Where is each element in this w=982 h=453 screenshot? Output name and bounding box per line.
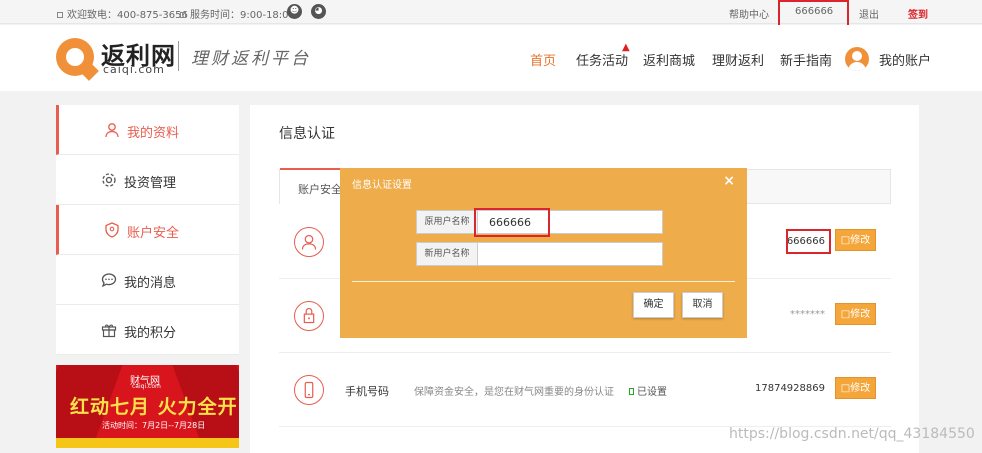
- header: 返利网 caiqi.com 理财返利平台 首页 任务活动 ▲ 返利商城 理财返利…: [0, 25, 982, 91]
- page-title: 信息认证: [279, 126, 335, 142]
- nav-mall[interactable]: 返利商城: [643, 50, 695, 69]
- watermark: https://blog.csdn.net/qq_43184550: [729, 426, 975, 442]
- modal-title: 信息认证设置: [352, 180, 412, 191]
- modify-button[interactable]: □修改: [835, 303, 876, 325]
- sidebar-item-label: 我的积分: [124, 326, 177, 341]
- sidebar-item-profile[interactable]: 我的资料: [56, 105, 239, 155]
- sidebar: 我的资料 投资管理 账户安全 我的消息 我的积分: [56, 105, 239, 355]
- sidebar-item-points[interactable]: 我的积分: [56, 305, 239, 355]
- modify-label: 修改: [850, 309, 871, 320]
- new-username-field: 新用户名称: [416, 242, 663, 266]
- sidebar-item-label: 投资管理: [124, 176, 177, 191]
- sidebar-item-investment[interactable]: 投资管理: [56, 155, 239, 205]
- logo-slogan: 理财返利平台: [191, 49, 311, 69]
- hot-icon: ▲: [622, 42, 630, 53]
- row-value: *******: [790, 309, 825, 320]
- modal-divider: [352, 281, 735, 282]
- confirm-button[interactable]: 确定: [633, 292, 674, 318]
- wechat-icon[interactable]: ◕: [311, 4, 326, 19]
- banner-title: 红动七月 火力全开: [70, 396, 238, 418]
- status-label: 已设置: [637, 387, 667, 398]
- row-label: 手机号码: [345, 385, 389, 398]
- logo-domain: caiqi.com: [103, 63, 165, 76]
- check-icon: [629, 388, 634, 395]
- new-username-input[interactable]: [479, 243, 659, 265]
- modify-button[interactable]: □修改: [835, 377, 876, 399]
- avatar[interactable]: [845, 47, 869, 71]
- nav-tasks[interactable]: 任务活动: [576, 50, 628, 69]
- logo-divider: [178, 41, 179, 71]
- row-status: 已设置: [629, 383, 667, 398]
- close-icon[interactable]: ×: [723, 173, 735, 189]
- cancel-button[interactable]: 取消: [682, 292, 723, 318]
- nav-finance[interactable]: 理财返利: [712, 50, 764, 69]
- clock-icon: [180, 12, 186, 18]
- modify-button[interactable]: □修改: [835, 229, 876, 251]
- new-username-label: 新用户名称: [417, 243, 478, 265]
- promo-banner[interactable]: 财气网 caiqi.com 红动七月 火力全开 活动时间：7月2日--7月28日: [56, 365, 239, 448]
- row-value: 17874928869: [755, 383, 825, 394]
- sidebar-item-label: 账户安全: [127, 226, 180, 241]
- logout-link[interactable]: 退出: [859, 6, 879, 21]
- gift-icon: [101, 324, 117, 338]
- phone-icon: [294, 375, 324, 405]
- help-center-link[interactable]: 帮助中心: [729, 6, 769, 21]
- sidebar-item-label: 我的消息: [124, 276, 177, 291]
- user-icon: [105, 123, 119, 138]
- phone-icon: [57, 12, 63, 18]
- nav-account[interactable]: 我的账户: [879, 50, 931, 69]
- shield-icon: [105, 222, 119, 238]
- old-username-label: 原用户名称: [417, 211, 478, 233]
- gear-icon: [102, 173, 116, 187]
- banner-logo-sub: caiqi.com: [132, 383, 161, 390]
- service-hours: 服务时间：9:00-18:00: [180, 6, 295, 21]
- banner-subtitle: 活动时间：7月2日--7月28日: [102, 421, 206, 430]
- nav-guide[interactable]: 新手指南: [780, 50, 832, 69]
- highlight-old-username: [474, 208, 550, 237]
- security-row-phone: 手机号码 保障资金安全，是您在财气网重要的身份认证 已设置 1787492886…: [279, 353, 891, 427]
- logo-icon[interactable]: [56, 38, 99, 81]
- sidebar-item-security[interactable]: 账户安全: [56, 205, 239, 255]
- chat-icon: [101, 273, 117, 288]
- sidebar-item-label: 我的资料: [127, 126, 180, 141]
- modify-label: 修改: [850, 383, 871, 394]
- nav-home[interactable]: 首页: [530, 50, 556, 69]
- settings-modal: 信息认证设置 × 原用户名称 新用户名称 确定 取消: [340, 168, 747, 338]
- hotline-label: 欢迎致电：400-875-3656: [67, 10, 188, 21]
- qq-icon[interactable]: ☻: [287, 4, 302, 19]
- service-hours-label: 服务时间：9:00-18:00: [190, 10, 295, 21]
- checkin-link[interactable]: 签到: [908, 6, 928, 21]
- lock-icon: [294, 301, 324, 331]
- highlight-username-value: [786, 229, 831, 254]
- sidebar-item-messages[interactable]: 我的消息: [56, 255, 239, 305]
- row-desc: 保障资金安全，是您在财气网重要的身份认证: [414, 387, 614, 398]
- modify-label: 修改: [850, 235, 871, 246]
- hotline-text: 欢迎致电：400-875-3656: [57, 6, 188, 21]
- user-icon: [294, 227, 324, 257]
